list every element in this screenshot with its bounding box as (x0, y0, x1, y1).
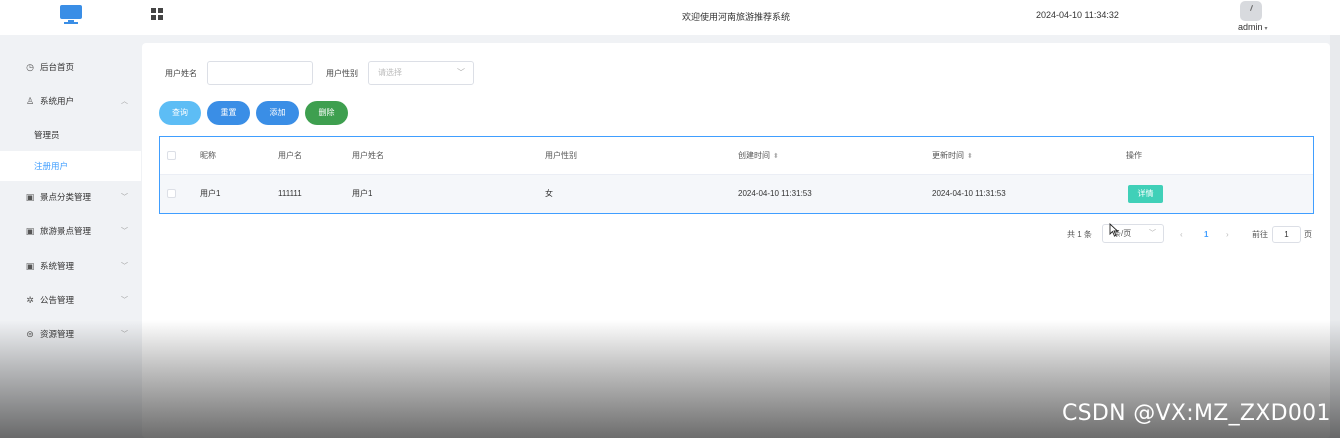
resource-icon: ⊜ (26, 328, 34, 339)
name-field-label: 用户姓名 (165, 69, 197, 78)
column-header: 昵称 (200, 151, 216, 160)
welcome-title: 欢迎使用河南旅游推荐系统 (682, 12, 791, 22)
sidebar-item-tourist-spots[interactable]: ▣ 旅游景点管理 ﹀ (0, 216, 141, 246)
gender-field-label: 用户性别 (326, 69, 358, 78)
sidebar-item-label: 系统管理 (40, 261, 75, 271)
page-number-current[interactable]: 1 (1204, 226, 1208, 244)
monitor-logo-icon (60, 5, 82, 25)
reset-button[interactable]: 重置 (207, 101, 250, 125)
user-dropdown[interactable]: admin ▾ (1238, 22, 1268, 32)
add-button[interactable]: 添加 (256, 101, 299, 125)
sidebar-item-admins[interactable]: 管理员 (0, 120, 141, 150)
gender-select[interactable]: 请选择 ﹀ (368, 61, 474, 85)
prev-page-button[interactable]: ‹ (1180, 226, 1183, 244)
sidebar: ◷ 后台首页 ♙ 系统用户 ︿ 管理员 注册用户 ▣ 景点分类管理 ﹀ ▣ 旅游… (0, 35, 141, 438)
chevron-down-icon: ﹀ (457, 68, 465, 77)
page-unit-label: 页 (1304, 230, 1312, 239)
sidebar-item-resources[interactable]: ⊜ 资源管理 ﹀ (0, 319, 141, 349)
sidebar-item-label: 旅游景点管理 (40, 226, 92, 236)
sidebar-item-system-users[interactable]: ♙ 系统用户 ︿ (0, 86, 141, 116)
sidebar-item-spot-category[interactable]: ▣ 景点分类管理 ﹀ (0, 182, 141, 212)
chevron-down-icon: ﹀ (1149, 230, 1156, 237)
column-header: 用户姓名 (352, 151, 384, 160)
delete-button[interactable]: 删除 (305, 101, 348, 125)
column-header: 操作 (1126, 151, 1142, 160)
clock-icon: ◷ (26, 61, 34, 72)
top-bar: 欢迎使用河南旅游推荐系统 2024-04-10 11:34:32 admin ▾ (0, 0, 1340, 35)
updated-column-header[interactable]: 更新时间 ⬍ (932, 137, 973, 175)
name-input[interactable] (207, 61, 313, 85)
watermark-text: CSDN @VX:MZ_ZXD001 (1062, 401, 1331, 426)
menu-toggle-icon[interactable] (151, 8, 163, 20)
sidebar-item-label: 后台首页 (40, 62, 75, 72)
settings-box-icon: ▣ (25, 260, 35, 271)
scrollbar-track[interactable] (1330, 35, 1340, 438)
sort-icon[interactable]: ⬍ (967, 153, 973, 160)
sidebar-item-label: 系统用户 (40, 96, 75, 106)
current-datetime: 2024-04-10 11:34:32 (1036, 10, 1119, 20)
cell-realname: 用户1 (352, 189, 373, 198)
sidebar-item-registered-users[interactable]: 注册用户 (0, 151, 141, 181)
created-column-header[interactable]: 创建时间 ⬍ (738, 137, 779, 175)
users-table: 昵称 用户名 用户姓名 用户性别 创建时间 ⬍ 更新时间 ⬍ 操作 用户1 1111… (159, 136, 1314, 214)
sidebar-item-dashboard[interactable]: ◷ 后台首页 (0, 52, 141, 82)
cell-gender: 女 (545, 189, 553, 198)
sidebar-item-label: 景点分类管理 (40, 192, 92, 202)
cell-created: 2024-04-10 11:31:53 (738, 189, 812, 198)
sidebar-item-label: 管理员 (34, 130, 60, 140)
announcement-icon: ✲ (26, 294, 34, 305)
row-checkbox[interactable] (167, 189, 176, 198)
sidebar-item-label: 资源管理 (40, 329, 75, 339)
goto-label: 前往 (1252, 230, 1268, 239)
goto-page-input[interactable]: 1 (1272, 226, 1301, 243)
sort-icon[interactable]: ⬍ (773, 153, 779, 160)
chevron-down-icon: ﹀ (121, 263, 128, 270)
chevron-down-icon: ﹀ (121, 331, 128, 338)
query-button[interactable]: 查询 (159, 101, 201, 125)
pagination-total: 共 1 条 (1067, 230, 1092, 239)
table-row[interactable]: 用户1 111111 用户1 女 2024-04-10 11:31:53 202… (160, 175, 1313, 213)
picture-icon: ▣ (25, 225, 35, 236)
chevron-up-icon: ︿ (121, 98, 128, 105)
detail-button[interactable]: 详情 (1128, 185, 1163, 203)
column-header: 用户名 (278, 151, 302, 160)
chevron-down-icon: ﹀ (121, 297, 128, 304)
cell-username: 111111 (278, 189, 302, 198)
cell-updated: 2024-04-10 11:31:53 (932, 189, 1006, 198)
cell-nickname: 用户1 (200, 189, 221, 198)
sidebar-item-system-management[interactable]: ▣ 系统管理 ﹀ (0, 251, 141, 281)
chevron-down-icon: ﹀ (121, 194, 128, 201)
mouse-cursor-icon (1109, 223, 1119, 237)
next-page-button[interactable]: › (1226, 226, 1229, 244)
table-header: 昵称 用户名 用户姓名 用户性别 创建时间 ⬍ 更新时间 ⬍ 操作 (160, 137, 1313, 175)
sidebar-item-announcements[interactable]: ✲ 公告管理 ﹀ (0, 285, 141, 315)
column-header: 用户性别 (545, 151, 577, 160)
avatar[interactable] (1240, 1, 1262, 21)
sidebar-item-label: 注册用户 (34, 161, 69, 171)
username-label: admin (1238, 22, 1263, 32)
user-icon: ♙ (25, 95, 35, 106)
picture-icon: ▣ (25, 191, 35, 202)
sidebar-item-label: 公告管理 (40, 295, 75, 305)
gender-select-placeholder: 请选择 (378, 68, 402, 77)
chevron-down-icon: ﹀ (121, 228, 128, 235)
select-all-checkbox[interactable] (167, 151, 176, 160)
chevron-down-icon: ▾ (1264, 26, 1268, 32)
